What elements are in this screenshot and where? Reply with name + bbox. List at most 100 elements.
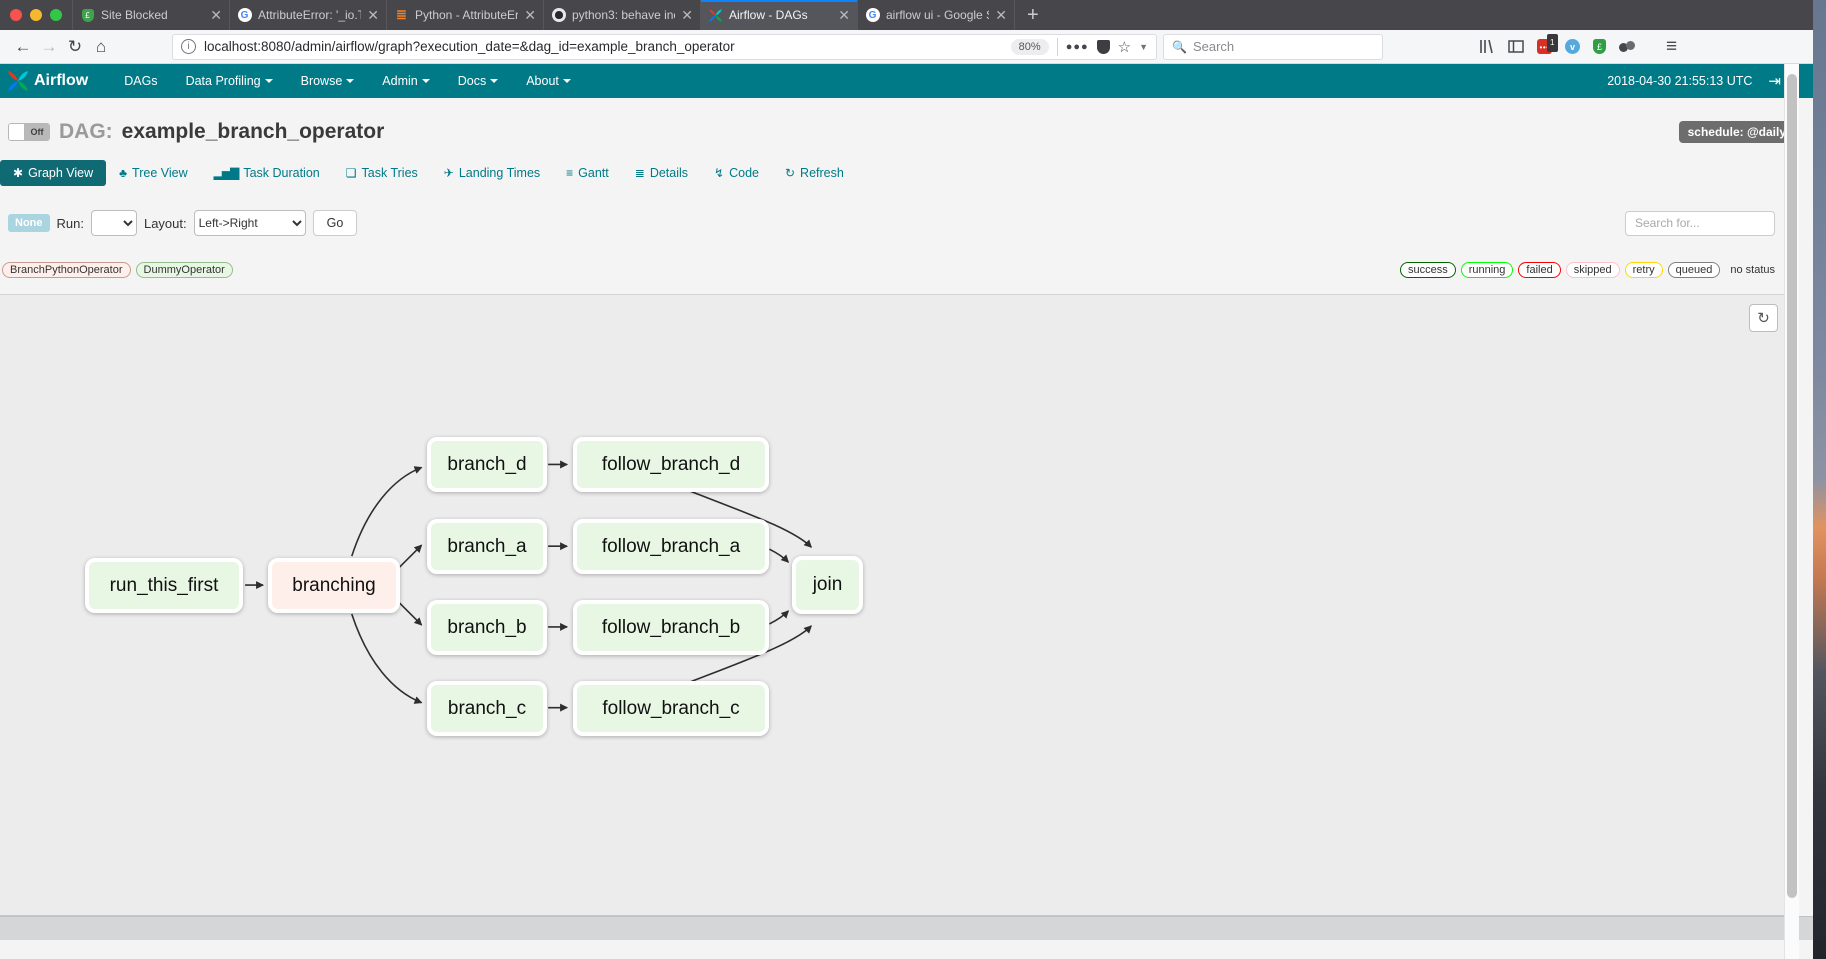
nav-item-data-profiling[interactable]: Data Profiling <box>172 64 287 98</box>
node-branch_a[interactable]: branch_a <box>427 519 547 574</box>
logout-icon[interactable]: ⇥ <box>1768 72 1781 90</box>
view-tab-label: Task Tries <box>362 166 418 180</box>
tab-title: python3: behave incorrectly mo <box>572 8 675 22</box>
chevron-down-icon <box>265 79 273 83</box>
tab-close-icon[interactable]: ✕ <box>681 7 693 24</box>
navbar-right: 2018-04-30 21:55:13 UTC ⇥ <box>1607 72 1781 90</box>
sidebar-icon[interactable] <box>1508 40 1524 53</box>
tab-close-icon[interactable]: ✕ <box>367 7 379 24</box>
site-info-icon[interactable]: i <box>181 39 196 54</box>
run-select[interactable] <box>91 210 137 236</box>
tab-close-icon[interactable]: ✕ <box>995 7 1007 24</box>
browser-toolbar: ← → ↻ ⌂ i localhost:8080/admin/airflow/g… <box>0 30 1813 64</box>
zoom-window-button[interactable] <box>50 9 62 21</box>
vertical-scrollbar[interactable] <box>1784 64 1799 959</box>
tab-code[interactable]: ↯Code <box>701 160 772 186</box>
tab-gantt[interactable]: ≡Gantt <box>553 160 622 186</box>
layout-select[interactable]: Left->Right <box>194 210 306 236</box>
browser-tab[interactable]: GAttributeError: '_io.TextIOWrapp✕ <box>229 0 386 30</box>
extension-dots-icon[interactable] <box>1619 41 1635 53</box>
node-branch_d[interactable]: branch_d <box>427 437 547 492</box>
page-actions-icon[interactable]: ●●● <box>1066 41 1089 53</box>
url-bar[interactable]: i localhost:8080/admin/airflow/graph?exe… <box>172 34 1157 60</box>
task-search-input[interactable] <box>1625 211 1775 236</box>
zoom-level-badge[interactable]: 80% <box>1011 39 1049 55</box>
node-branching[interactable]: branching <box>268 558 400 613</box>
schedule-badge: schedule: @daily <box>1679 121 1795 143</box>
reload-icon[interactable]: ↻ <box>62 37 88 57</box>
view-tabs: ✱Graph View♣Tree View▂▅▇Task Duration❏Ta… <box>0 144 1813 186</box>
url-text[interactable]: localhost:8080/admin/airflow/graph?execu… <box>204 39 1003 54</box>
edge-branching-to-branch_c <box>352 614 422 703</box>
tab-task-duration[interactable]: ▂▅▇Task Duration <box>201 160 333 186</box>
bookmark-star-icon[interactable]: ☆ <box>1118 38 1131 56</box>
browser-tab[interactable]: Airflow - DAGs ✕ <box>700 0 857 30</box>
tree-view-icon: ♣ <box>119 166 127 180</box>
menu-hamburger-icon[interactable]: ≡ <box>1666 36 1677 58</box>
airflow-menu: DAGsData Profiling Browse Admin Docs About <box>110 64 585 98</box>
node-follow_branch_c[interactable]: follow_branch_c <box>573 681 769 736</box>
dag-pause-toggle[interactable]: Off <box>8 123 50 141</box>
node-run_this_first[interactable]: run_this_first <box>85 558 243 613</box>
browser-tab[interactable]: python3: behave incorrectly mo ✕ <box>543 0 700 30</box>
tab-refresh[interactable]: ↻Refresh <box>772 160 857 186</box>
urlbar-dropdown-icon[interactable]: ▼ <box>1139 42 1148 52</box>
tab-details[interactable]: ≣Details <box>622 160 701 186</box>
tab-title: Python - AttributeError: '_io.Te <box>415 8 518 22</box>
nav-item-label: Browse <box>301 74 343 88</box>
tab-close-icon[interactable]: ✕ <box>838 7 850 24</box>
node-follow_branch_a[interactable]: follow_branch_a <box>573 519 769 574</box>
go-button[interactable]: Go <box>313 210 358 236</box>
edge-branching-to-branch_b <box>399 602 422 625</box>
new-tab-button[interactable]: + <box>1014 0 1051 30</box>
tab-title: Site Blocked <box>101 8 204 22</box>
browser-tab[interactable]: Gairflow ui - Google Search✕ <box>857 0 1014 30</box>
legend-queued: queued <box>1668 262 1721 278</box>
forward-icon[interactable]: → <box>36 37 62 57</box>
scrollbar-thumb[interactable] <box>1787 74 1797 898</box>
nav-item-dags[interactable]: DAGs <box>110 64 171 98</box>
node-branch_b[interactable]: branch_b <box>427 600 547 655</box>
browser-tab[interactable]: £Site Blocked✕ <box>72 0 229 30</box>
home-icon[interactable]: ⌂ <box>88 37 114 57</box>
tab-title: Airflow - DAGs <box>729 8 832 22</box>
browser-tabbar: £Site Blocked✕GAttributeError: '_io.Text… <box>0 0 1813 30</box>
nav-item-browse[interactable]: Browse <box>287 64 369 98</box>
minimize-window-button[interactable] <box>30 9 42 21</box>
github-icon <box>551 8 566 23</box>
node-follow_branch_b[interactable]: follow_branch_b <box>573 600 769 655</box>
tab-landing-times[interactable]: ✈Landing Times <box>431 160 553 186</box>
run-state-badge: None <box>8 214 50 232</box>
airflow-brand[interactable]: Airflow <box>6 69 88 93</box>
tab-tree-view[interactable]: ♣Tree View <box>106 160 200 186</box>
nav-item-label: Admin <box>382 74 417 88</box>
nav-item-about[interactable]: About <box>512 64 585 98</box>
close-window-button[interactable] <box>10 9 22 21</box>
extension-red-icon[interactable]: •••1 <box>1537 39 1552 54</box>
node-join[interactable]: join <box>792 556 863 614</box>
node-follow_branch_d[interactable]: follow_branch_d <box>573 437 769 492</box>
tab-close-icon[interactable]: ✕ <box>524 7 536 24</box>
nav-item-admin[interactable]: Admin <box>368 64 443 98</box>
node-branch_c[interactable]: branch_c <box>427 681 547 736</box>
tab-close-icon[interactable]: ✕ <box>210 7 222 24</box>
pocket-icon[interactable] <box>1097 40 1110 54</box>
legend-dummyoperator: DummyOperator <box>136 262 233 278</box>
graph-refresh-button[interactable]: ↻ <box>1749 304 1778 332</box>
search-bar[interactable]: 🔍 <box>1163 34 1383 60</box>
nav-item-docs[interactable]: Docs <box>444 64 512 98</box>
tab-graph-view[interactable]: ✱Graph View <box>0 160 106 186</box>
search-icon: 🔍 <box>1172 40 1187 54</box>
search-input[interactable] <box>1193 39 1343 54</box>
stackoverflow-icon: ≣ <box>394 8 409 23</box>
nav-item-label: Docs <box>458 74 486 88</box>
tab-task-tries[interactable]: ❏Task Tries <box>333 160 431 186</box>
status-legend: successrunningfailedskippedretryqueuedno… <box>1400 262 1775 278</box>
extension-blue-icon[interactable]: v <box>1565 39 1580 54</box>
library-icon[interactable] <box>1479 39 1495 54</box>
extension-shield-icon[interactable]: £ <box>1593 39 1606 54</box>
browser-tab[interactable]: ≣ Python - AttributeError: '_io.Te ✕ <box>386 0 543 30</box>
back-icon[interactable]: ← <box>10 37 36 57</box>
legend-row: BranchPythonOperatorDummyOperator succes… <box>0 236 1813 278</box>
airflow-page: Off DAG: example_branch_operator schedul… <box>0 98 1813 940</box>
